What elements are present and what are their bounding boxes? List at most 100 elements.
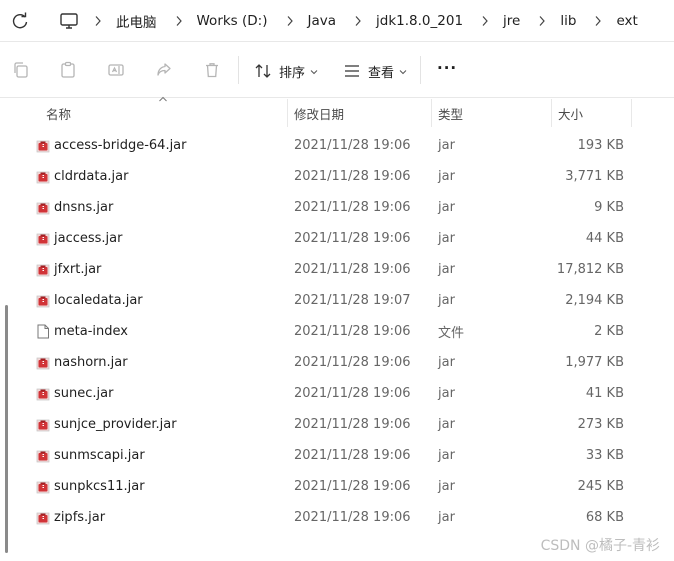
- chevron-right-icon[interactable]: [171, 13, 187, 29]
- breadcrumb-item[interactable]: 此电脑: [116, 11, 157, 31]
- file-type: jar: [438, 479, 455, 494]
- file-row[interactable]: localedata.jar 2021/11/28 19:07 jar 2,194 K…: [0, 285, 640, 316]
- jar-file-icon: [36, 262, 50, 277]
- file-type: jar: [438, 138, 455, 153]
- paste-icon[interactable]: [59, 61, 77, 79]
- file-size: 1,977 KB: [565, 355, 624, 370]
- jar-file-icon: [36, 138, 50, 153]
- breadcrumb-item[interactable]: Java: [308, 13, 337, 29]
- file-row[interactable]: jfxrt.jar 2021/11/28 19:06 jar 17,812 KB: [0, 254, 640, 285]
- column-size[interactable]: 大小: [558, 99, 583, 127]
- file-row[interactable]: nashorn.jar 2021/11/28 19:06 jar 1,977 KB: [0, 347, 640, 378]
- command-bar: 排序 查看 ···: [0, 42, 674, 98]
- sort-button[interactable]: 排序: [279, 62, 318, 81]
- file-name: localedata.jar: [54, 293, 143, 308]
- column-divider[interactable]: [431, 99, 432, 127]
- file-type: jar: [438, 262, 455, 277]
- file-size: 245 KB: [577, 479, 624, 494]
- file-type: jar: [438, 510, 455, 525]
- file-type: 文件: [438, 326, 465, 341]
- file-row[interactable]: sunec.jar 2021/11/28 19:06 jar 41 KB: [0, 378, 640, 409]
- file-name: nashorn.jar: [54, 355, 128, 370]
- file-name: jaccess.jar: [54, 231, 123, 246]
- breadcrumb-item[interactable]: lib: [560, 13, 576, 29]
- file-row[interactable]: sunmscapi.jar 2021/11/28 19:06 jar 33 KB: [0, 440, 640, 471]
- jar-file-icon: [36, 169, 50, 184]
- view-icon[interactable]: [343, 62, 361, 80]
- chevron-down-icon: [399, 69, 407, 74]
- file-name: jfxrt.jar: [54, 262, 102, 277]
- jar-file-icon: [36, 231, 50, 246]
- breadcrumb-item[interactable]: jdk1.8.0_201: [376, 13, 463, 29]
- address-bar[interactable]: 此电脑 Works (D:) Java jdk1.8.0_201 jre lib ext: [0, 0, 674, 42]
- file-type: jar: [438, 200, 455, 215]
- column-type[interactable]: 类型: [438, 99, 463, 127]
- chevron-down-icon: [310, 69, 318, 74]
- file-date: 2021/11/28 19:06: [294, 448, 411, 463]
- more-options-button[interactable]: ···: [437, 59, 457, 77]
- breadcrumb-item[interactable]: jre: [503, 13, 520, 29]
- file-date: 2021/11/28 19:06: [294, 510, 411, 525]
- file-date: 2021/11/28 19:06: [294, 479, 411, 494]
- refresh-icon[interactable]: [9, 10, 31, 32]
- file-name: cldrdata.jar: [54, 169, 129, 184]
- sort-label: 排序: [279, 66, 306, 81]
- file-type: jar: [438, 417, 455, 432]
- jar-file-icon: [36, 355, 50, 370]
- chevron-right-icon[interactable]: [90, 13, 106, 29]
- breadcrumb: 此电脑 Works (D:) Java jdk1.8.0_201 jre lib ext: [90, 0, 652, 42]
- file-date: 2021/11/28 19:06: [294, 417, 411, 432]
- file-row[interactable]: zipfs.jar 2021/11/28 19:06 jar 68 KB: [0, 502, 640, 533]
- file-size: 9 KB: [594, 200, 624, 215]
- file-size: 273 KB: [577, 417, 624, 432]
- breadcrumb-item[interactable]: ext: [616, 13, 637, 29]
- file-row[interactable]: jaccess.jar 2021/11/28 19:06 jar 44 KB: [0, 223, 640, 254]
- share-icon[interactable]: [155, 61, 173, 79]
- column-divider[interactable]: [551, 99, 552, 127]
- file-size: 41 KB: [585, 386, 624, 401]
- file-row[interactable]: dnsns.jar 2021/11/28 19:06 jar 9 KB: [0, 192, 640, 223]
- jar-file-icon: [36, 510, 50, 525]
- chevron-right-icon[interactable]: [282, 13, 298, 29]
- file-row[interactable]: sunjce_provider.jar 2021/11/28 19:06 jar 27…: [0, 409, 640, 440]
- file-size: 2 KB: [594, 324, 624, 339]
- chevron-right-icon[interactable]: [350, 13, 366, 29]
- file-row[interactable]: access-bridge-64.jar 2021/11/28 19:06 jar 1…: [0, 130, 640, 161]
- file-date: 2021/11/28 19:06: [294, 386, 411, 401]
- copy-icon[interactable]: [12, 61, 30, 79]
- file-row[interactable]: cldrdata.jar 2021/11/28 19:06 jar 3,771 KB: [0, 161, 640, 192]
- vertical-scrollbar[interactable]: [5, 305, 8, 553]
- file-name: meta-index: [54, 324, 128, 339]
- file-size: 33 KB: [585, 448, 624, 463]
- view-label: 查看: [368, 66, 395, 81]
- file-name: dnsns.jar: [54, 200, 114, 215]
- delete-icon[interactable]: [203, 61, 221, 79]
- file-type: jar: [438, 355, 455, 370]
- toolbar-divider: [420, 56, 421, 84]
- file-date: 2021/11/28 19:06: [294, 355, 411, 370]
- column-divider[interactable]: [631, 99, 632, 127]
- file-date: 2021/11/28 19:06: [294, 200, 411, 215]
- chevron-right-icon[interactable]: [477, 13, 493, 29]
- chevron-right-icon[interactable]: [534, 13, 550, 29]
- file-name: sunmscapi.jar: [54, 448, 145, 463]
- file-row[interactable]: meta-index 2021/11/28 19:06 文件 2 KB: [0, 316, 640, 347]
- file-date: 2021/11/28 19:06: [294, 138, 411, 153]
- generic-file-icon: [36, 324, 50, 339]
- rename-icon[interactable]: [107, 61, 125, 79]
- file-type: jar: [438, 448, 455, 463]
- sort-ascending-icon: [159, 96, 167, 102]
- file-name: sunec.jar: [54, 386, 114, 401]
- column-date[interactable]: 修改日期: [294, 99, 344, 127]
- jar-file-icon: [36, 479, 50, 494]
- chevron-right-icon[interactable]: [590, 13, 606, 29]
- column-divider[interactable]: [287, 99, 288, 127]
- file-type: jar: [438, 293, 455, 308]
- view-button[interactable]: 查看: [368, 62, 407, 81]
- sort-icon[interactable]: [254, 62, 272, 80]
- breadcrumb-item[interactable]: Works (D:): [197, 13, 268, 29]
- file-row[interactable]: sunpkcs11.jar 2021/11/28 19:06 jar 245 KB: [0, 471, 640, 502]
- file-type: jar: [438, 169, 455, 184]
- file-size: 68 KB: [585, 510, 624, 525]
- column-name[interactable]: 名称: [46, 99, 71, 127]
